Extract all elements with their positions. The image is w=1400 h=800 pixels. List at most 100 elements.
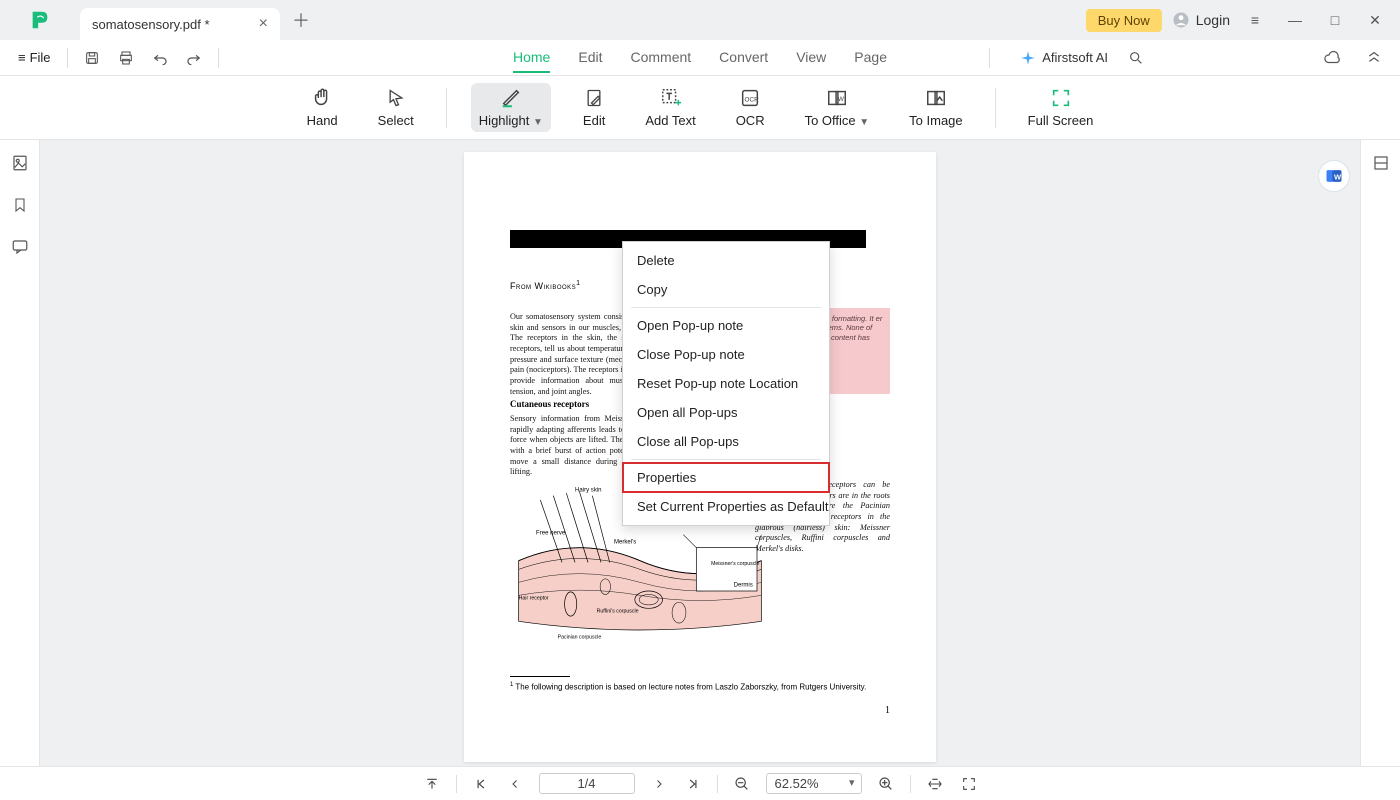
ctx-open-all[interactable]: Open all Pop-ups bbox=[623, 398, 829, 427]
hand-tool[interactable]: Hand bbox=[299, 83, 346, 132]
save-icon[interactable] bbox=[78, 44, 106, 72]
toolbar: Hand Select Highlight ▼ Edit Add Text OC… bbox=[0, 76, 1400, 140]
new-tab-button[interactable]: ＋ bbox=[286, 7, 316, 33]
ctx-open-popup[interactable]: Open Pop-up note bbox=[623, 311, 829, 340]
hamburger-small-icon: ≡ bbox=[18, 50, 26, 65]
ctx-properties[interactable]: Properties bbox=[623, 463, 829, 492]
to-image-label: To Image bbox=[909, 113, 962, 128]
label-hairy: Hairy skin bbox=[575, 487, 602, 493]
document-tab[interactable]: somatosensory.pdf * × bbox=[80, 8, 280, 40]
ctx-reset-popup[interactable]: Reset Pop-up note Location bbox=[623, 369, 829, 398]
highlight-label: Highlight ▼ bbox=[479, 113, 543, 128]
ocr-icon: OCR bbox=[739, 87, 761, 109]
ctx-close-all[interactable]: Close all Pop-ups bbox=[623, 427, 829, 456]
next-page-icon[interactable] bbox=[649, 774, 669, 794]
first-page-icon[interactable] bbox=[471, 774, 491, 794]
edit-tool[interactable]: Edit bbox=[575, 83, 613, 132]
ctx-delete[interactable]: Delete bbox=[623, 246, 829, 275]
convert-word-badge[interactable]: W bbox=[1318, 160, 1350, 192]
zoom-selector[interactable]: 62.52% bbox=[766, 773, 862, 794]
heading-cutaneous: Cutaneous receptors bbox=[510, 399, 589, 409]
window-close-icon[interactable]: ✕ bbox=[1360, 12, 1390, 29]
close-tab-icon[interactable]: × bbox=[259, 15, 268, 33]
redo-icon[interactable] bbox=[180, 44, 208, 72]
page-indicator[interactable]: 1/4 bbox=[539, 773, 635, 794]
bookmark-icon[interactable] bbox=[12, 196, 28, 214]
label-dermis: Dermis bbox=[734, 583, 753, 589]
login-button[interactable]: Login bbox=[1172, 11, 1230, 29]
collapse-icon[interactable] bbox=[1360, 44, 1388, 72]
thumbnails-icon[interactable] bbox=[11, 154, 29, 172]
svg-text:W: W bbox=[838, 96, 845, 103]
undo-icon[interactable] bbox=[146, 44, 174, 72]
cursor-icon bbox=[386, 87, 406, 109]
svg-text:W: W bbox=[1334, 172, 1342, 181]
sparkle-icon bbox=[1020, 50, 1036, 66]
tab-view[interactable]: View bbox=[796, 43, 826, 73]
source-line: From Wikibooks1 bbox=[510, 280, 581, 291]
hamburger-icon[interactable]: ≡ bbox=[1240, 12, 1270, 28]
label-meissner: Meissner's corpuscle bbox=[711, 561, 759, 567]
prev-page-icon[interactable] bbox=[505, 774, 525, 794]
to-image-icon bbox=[925, 87, 947, 109]
tab-comment[interactable]: Comment bbox=[630, 43, 691, 73]
chevron-down-icon: ▼ bbox=[533, 117, 543, 128]
window-minimize-icon[interactable]: — bbox=[1280, 12, 1310, 28]
select-tool[interactable]: Select bbox=[370, 83, 422, 132]
file-label: File bbox=[30, 50, 51, 65]
label-ruffini: Ruffini's corpuscle bbox=[597, 609, 639, 615]
to-office-icon: W bbox=[826, 87, 848, 109]
fit-page-icon[interactable] bbox=[959, 774, 979, 794]
highlight-tool[interactable]: Highlight ▼ bbox=[471, 83, 551, 132]
search-icon[interactable] bbox=[1122, 44, 1150, 72]
context-menu: Delete Copy Open Pop-up note Close Pop-u… bbox=[622, 241, 830, 526]
hand-label: Hand bbox=[307, 113, 338, 128]
zoom-in-icon[interactable] bbox=[876, 774, 896, 794]
ctx-copy[interactable]: Copy bbox=[623, 275, 829, 304]
fit-width-icon[interactable] bbox=[925, 774, 945, 794]
ctx-set-default[interactable]: Set Current Properties as Default bbox=[623, 492, 829, 521]
login-label: Login bbox=[1196, 12, 1230, 28]
right-sidebar bbox=[1360, 140, 1400, 766]
ocr-tool[interactable]: OCR OCR bbox=[728, 83, 773, 132]
ai-label: Afirstsoft AI bbox=[1042, 50, 1108, 65]
ai-button[interactable]: Afirstsoft AI bbox=[1020, 50, 1108, 66]
last-page-icon[interactable] bbox=[683, 774, 703, 794]
add-text-label: Add Text bbox=[645, 113, 695, 128]
ctx-close-popup[interactable]: Close Pop-up note bbox=[623, 340, 829, 369]
status-bar: 1/4 62.52% bbox=[0, 766, 1400, 800]
print-icon[interactable] bbox=[112, 44, 140, 72]
tab-page[interactable]: Page bbox=[854, 43, 887, 73]
ocr-label: OCR bbox=[736, 113, 765, 128]
title-bar: somatosensory.pdf * × ＋ Buy Now Login ≡ … bbox=[0, 0, 1400, 40]
svg-text:OCR: OCR bbox=[745, 97, 760, 104]
pdf-page-number: 1 bbox=[885, 705, 890, 716]
edit-label: Edit bbox=[583, 113, 605, 128]
panel-toggle-icon[interactable] bbox=[1372, 154, 1390, 172]
add-text-icon bbox=[660, 87, 682, 109]
to-office-tool[interactable]: W To Office ▼ bbox=[797, 83, 878, 132]
buy-now-button[interactable]: Buy Now bbox=[1086, 9, 1162, 32]
workspace: W From Wikibooks1 Our somatosensory syst… bbox=[0, 140, 1400, 766]
cloud-icon[interactable] bbox=[1318, 44, 1346, 72]
add-text-tool[interactable]: Add Text bbox=[637, 83, 703, 132]
to-office-label: To Office ▼ bbox=[805, 113, 870, 128]
full-screen-label: Full Screen bbox=[1028, 113, 1094, 128]
window-maximize-icon[interactable]: □ bbox=[1320, 12, 1350, 28]
user-icon bbox=[1172, 11, 1190, 29]
tab-edit[interactable]: Edit bbox=[578, 43, 602, 73]
scroll-top-icon[interactable] bbox=[422, 774, 442, 794]
file-menu[interactable]: ≡ File bbox=[12, 46, 57, 69]
select-label: Select bbox=[378, 113, 414, 128]
label-hairrec: Hair receptor bbox=[519, 596, 549, 602]
label-pacinian: Pacinian corpuscle bbox=[558, 635, 602, 641]
tab-home[interactable]: Home bbox=[513, 43, 550, 73]
to-image-tool[interactable]: To Image bbox=[901, 83, 970, 132]
zoom-out-icon[interactable] bbox=[732, 774, 752, 794]
left-sidebar bbox=[0, 140, 40, 766]
app-logo bbox=[0, 9, 80, 31]
menu-bar: ≡ File Home Edit Comment Convert View Pa… bbox=[0, 40, 1400, 76]
tab-convert[interactable]: Convert bbox=[719, 43, 768, 73]
full-screen-tool[interactable]: Full Screen bbox=[1020, 83, 1102, 132]
comment-panel-icon[interactable] bbox=[11, 238, 29, 256]
